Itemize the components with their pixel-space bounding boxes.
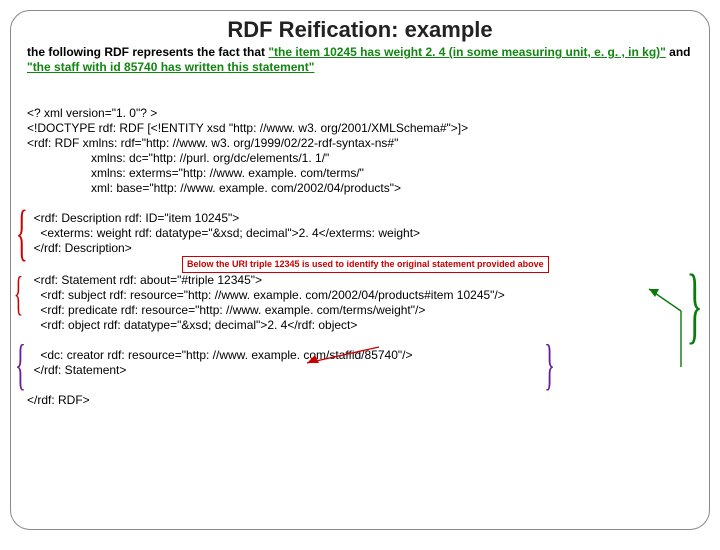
intro-prefix: the following RDF represents the fact th… [27,45,268,59]
intro-paragraph: the following RDF represents the fact th… [27,45,693,75]
xml-block: <? xml version="1. 0"? > <!DOCTYPE rdf: … [27,91,693,408]
stmt-predicate: <rdf: predicate rdf: resource="http: //w… [40,303,425,317]
statement-top-block: {} <rdf: Statement rdf: about="#triple 1… [27,273,693,333]
stmt-close: </rdf: Statement> [34,363,127,377]
xml-decl: <? xml version="1. 0"? > [27,106,157,120]
stmt-creator: <dc: creator rdf: resource="http: //www.… [40,348,412,362]
intro-quote1: "the item 10245 has weight 2. 4 (in some… [268,45,665,59]
xml-ns-base: xml: base="http: //www. example. com/200… [27,181,693,196]
xml-ns-dc: xmlns: dc="http: //purl. org/dc/elements… [27,151,693,166]
note-annotation: Below the URI triple 12345 is used to id… [182,256,549,273]
brace-left-red2-icon: { [14,264,23,324]
stmt-object: <rdf: object rdf: datatype="&xsd; decima… [40,318,357,332]
desc-close: </rdf: Description> [34,241,132,255]
stmt-subject: <rdf: subject rdf: resource="http: //www… [40,288,504,302]
root-close: </rdf: RDF> [27,393,90,407]
desc-open: <rdf: Description rdf: ID="item 10245"> [34,211,240,225]
statement-bottom-block: {} <dc: creator rdf: resource="http: //w… [27,348,693,378]
brace-right-green-icon: } [686,251,703,359]
page-title: RDF Reification: example [27,17,693,43]
intro-mid: and [666,45,691,59]
intro-quote2: "the staff with id 85740 has written thi… [27,60,314,74]
brace-left-red-icon: { [16,195,28,273]
stmt-open: <rdf: Statement rdf: about="#triple 1234… [34,273,262,287]
brace-left-purple-icon: { [15,330,26,400]
description-block: { <rdf: Description rdf: ID="item 10245"… [27,211,693,256]
desc-weight: <exterms: weight rdf: datatype="&xsd; de… [40,226,420,240]
xml-root-open: <rdf: RDF xmlns: rdf="http: //www. w3. o… [27,136,398,150]
xml-ns-exterms: xmlns: exterms="http: //www. example. co… [27,166,693,181]
xml-doctype: <!DOCTYPE rdf: RDF [<!ENTITY xsd "http: … [27,121,468,135]
brace-right-purple-icon: } [544,330,555,400]
